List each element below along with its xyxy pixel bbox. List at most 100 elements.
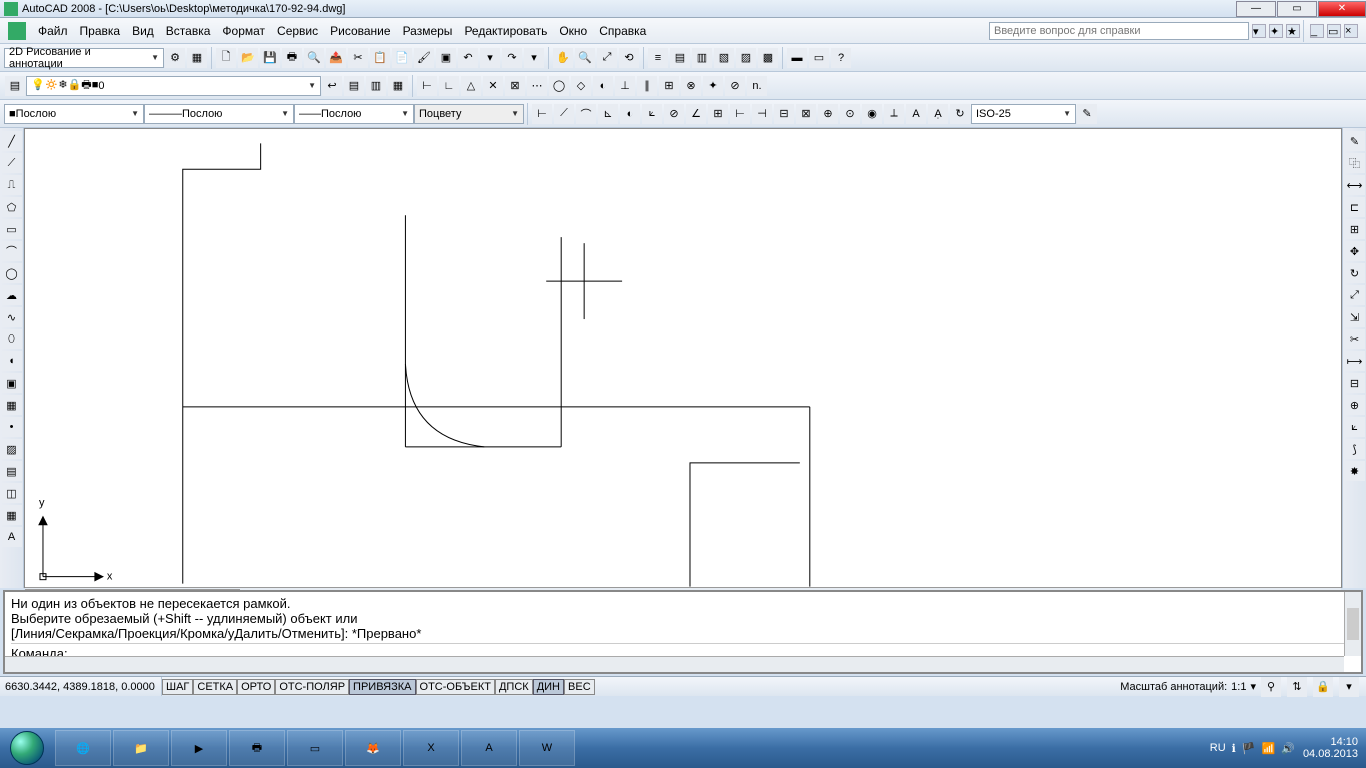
undo-dropdown-icon[interactable]: ▾: [480, 48, 500, 68]
arc-icon[interactable]: ⌒: [2, 241, 22, 261]
snap-toggle[interactable]: ШАГ: [162, 679, 193, 695]
block-editor-icon[interactable]: ▣: [436, 48, 456, 68]
dimstyle-combo[interactable]: ISO-25 ▼: [971, 104, 1076, 124]
zoom-window-icon[interactable]: ⤢: [597, 48, 617, 68]
annoauto-icon[interactable]: ⇅: [1287, 677, 1307, 697]
menu-file[interactable]: Файл: [32, 22, 74, 40]
otrack-toggle[interactable]: ОТС-ОБЪЕКТ: [416, 679, 495, 695]
extend-icon[interactable]: ⟼: [1345, 351, 1365, 371]
lock-ui-icon[interactable]: 🔒: [1313, 677, 1333, 697]
save-icon[interactable]: 💾: [260, 48, 280, 68]
quickcalc-icon[interactable]: ▩: [758, 48, 778, 68]
coordinates-display[interactable]: 6630.3442, 4389.1818, 0.0000: [0, 677, 162, 696]
menu-help[interactable]: Справка: [593, 22, 652, 40]
osnap-insert-icon[interactable]: ⊞: [659, 76, 679, 96]
lwt-toggle[interactable]: ВЕС: [564, 679, 595, 695]
circle-icon[interactable]: ◯: [2, 263, 22, 283]
osnap-toggle[interactable]: ПРИВЯЗКА: [349, 679, 415, 695]
zoom-realtime-icon[interactable]: 🔍: [575, 48, 595, 68]
dim-diameter-icon[interactable]: ⊘: [664, 104, 684, 124]
dim-ordinate-icon[interactable]: ⊾: [598, 104, 618, 124]
redo-dropdown-icon[interactable]: ▾: [524, 48, 544, 68]
linetype-combo[interactable]: ——— Послою ▼: [144, 104, 294, 124]
designcenter-icon[interactable]: ▤: [670, 48, 690, 68]
doc-minimize-icon[interactable]: _: [1310, 24, 1324, 38]
minimize-button[interactable]: —: [1236, 1, 1276, 17]
menu-format[interactable]: Формат: [216, 22, 271, 40]
taskbar-mediaplayer[interactable]: ▶: [171, 730, 227, 766]
workspace-settings-icon[interactable]: ⚙: [165, 48, 185, 68]
copy-obj-icon[interactable]: ⿻: [1345, 153, 1365, 173]
ellipsearc-icon[interactable]: ◖: [2, 351, 22, 371]
gradient-icon[interactable]: ▤: [2, 461, 22, 481]
osnap-center-icon[interactable]: ◯: [549, 76, 569, 96]
spline-icon[interactable]: ∿: [2, 307, 22, 327]
taskbar-firefox[interactable]: 🦊: [345, 730, 401, 766]
cut-icon[interactable]: ✂: [348, 48, 368, 68]
ortho-toggle[interactable]: ОРТО: [237, 679, 275, 695]
command-vscrollbar[interactable]: [1344, 592, 1361, 656]
osnap-quadrant-icon[interactable]: ◇: [571, 76, 591, 96]
menu-window[interactable]: Окно: [553, 22, 593, 40]
menu-dimensions[interactable]: Размеры: [397, 22, 459, 40]
xline-icon[interactable]: ⟋: [2, 153, 22, 173]
dyn-toggle[interactable]: ДИН: [533, 679, 564, 695]
layer-manager-icon[interactable]: ▤: [5, 76, 25, 96]
menu-modify[interactable]: Редактировать: [458, 22, 553, 40]
inspect-icon[interactable]: ◉: [862, 104, 882, 124]
dim-quick-icon[interactable]: ⊞: [708, 104, 728, 124]
trim-icon[interactable]: ✂: [1345, 329, 1365, 349]
color-combo[interactable]: ■ Послою ▼: [4, 104, 144, 124]
dim-break-icon[interactable]: ⊠: [796, 104, 816, 124]
erase-icon[interactable]: ✎: [1345, 131, 1365, 151]
command-window[interactable]: Ни один из объектов не пересекается рамк…: [3, 590, 1363, 674]
toolbar-menu-icon[interactable]: ▾: [1339, 677, 1359, 697]
pan-icon[interactable]: ✋: [553, 48, 573, 68]
ducs-toggle[interactable]: ДПСК: [495, 679, 533, 695]
region-icon[interactable]: ◫: [2, 483, 22, 503]
menu-view[interactable]: Вид: [126, 22, 160, 40]
joglinear-icon[interactable]: ⟂: [884, 104, 904, 124]
matchprop-icon[interactable]: 🖌: [414, 48, 434, 68]
lang-indicator[interactable]: RU: [1210, 742, 1226, 754]
break-icon[interactable]: ⊟: [1345, 373, 1365, 393]
command-line-icon[interactable]: ▬: [787, 48, 807, 68]
dimtedit-icon[interactable]: Ạ: [928, 104, 948, 124]
undo-icon[interactable]: ↶: [458, 48, 478, 68]
table-icon[interactable]: ▦: [2, 505, 22, 525]
explode-icon[interactable]: ✸: [1345, 461, 1365, 481]
ellipse-icon[interactable]: ⬯: [2, 329, 22, 349]
start-button[interactable]: [0, 728, 54, 768]
osnap-settings-icon[interactable]: n.: [747, 76, 767, 96]
dim-linear-icon[interactable]: ⊢: [532, 104, 552, 124]
tray-icon[interactable]: ℹ: [1232, 742, 1236, 755]
markup-icon[interactable]: ▨: [736, 48, 756, 68]
osnap-endpoint-icon[interactable]: ∟: [439, 76, 459, 96]
centermark-icon[interactable]: ⊙: [840, 104, 860, 124]
join-icon[interactable]: ⊕: [1345, 395, 1365, 415]
osnap-node-icon[interactable]: ⊗: [681, 76, 701, 96]
osnap-from-icon[interactable]: ⊢: [417, 76, 437, 96]
scale-icon[interactable]: ⤢: [1345, 285, 1365, 305]
copy-icon[interactable]: 📋: [370, 48, 390, 68]
clean-screen-icon[interactable]: ▭: [809, 48, 829, 68]
taskbar-ie[interactable]: 🌐: [55, 730, 111, 766]
array-icon[interactable]: ⊞: [1345, 219, 1365, 239]
lineweight-combo[interactable]: —— Послою ▼: [294, 104, 414, 124]
line-icon[interactable]: ╱: [2, 131, 22, 151]
help-icon[interactable]: ?: [831, 48, 851, 68]
osnap-none-icon[interactable]: ⊘: [725, 76, 745, 96]
plotstyle-combo[interactable]: Поцвету ▼: [414, 104, 524, 124]
layer-states-icon[interactable]: ▤: [344, 76, 364, 96]
menu-edit[interactable]: Правка: [74, 22, 127, 40]
taskbar-explorer[interactable]: 📁: [113, 730, 169, 766]
dim-baseline-icon[interactable]: ⊢: [730, 104, 750, 124]
rectangle-icon[interactable]: ▭: [2, 219, 22, 239]
tray-flag-icon[interactable]: 🏴: [1242, 742, 1256, 755]
tolerance-icon[interactable]: ⊕: [818, 104, 838, 124]
dim-space-icon[interactable]: ⊟: [774, 104, 794, 124]
dimedit-icon[interactable]: A: [906, 104, 926, 124]
osnap-tangent-icon[interactable]: ◐: [593, 76, 613, 96]
osnap-parallel-icon[interactable]: ∥: [637, 76, 657, 96]
osnap-midpoint-icon[interactable]: △: [461, 76, 481, 96]
